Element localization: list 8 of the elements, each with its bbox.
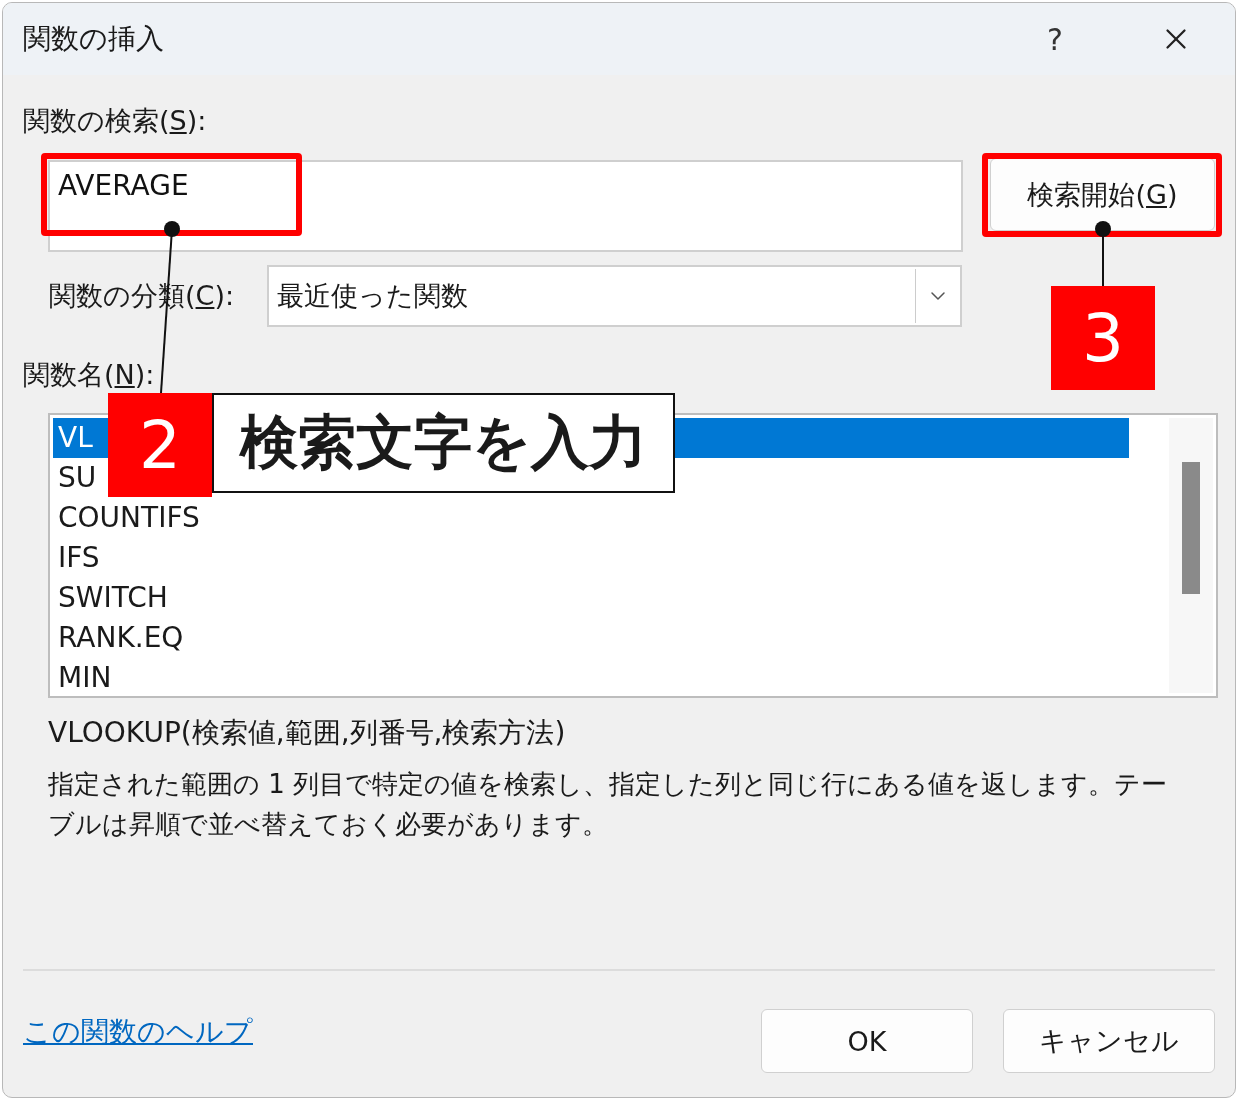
callout-caption-tooltip: 検索文字を入力 — [212, 393, 675, 493]
search-label: 関数の検索(S): — [23, 104, 208, 138]
window-title: 関数の挿入 — [23, 21, 165, 57]
function-syntax: VLOOKUP(検索値,範囲,列番号,検索方法) — [48, 715, 567, 751]
function-description: 指定された範囲の 1 列目で特定の値を検索し、指定した列と同じ行にある値を返します。テーブルは昇順で並べ替えておく必要があります。 — [48, 768, 1169, 841]
step-number-tooltip: 3 — [1051, 286, 1155, 390]
function-list-label: 関数名(N): — [23, 358, 156, 392]
step-number-tooltip: 2 — [108, 393, 212, 497]
